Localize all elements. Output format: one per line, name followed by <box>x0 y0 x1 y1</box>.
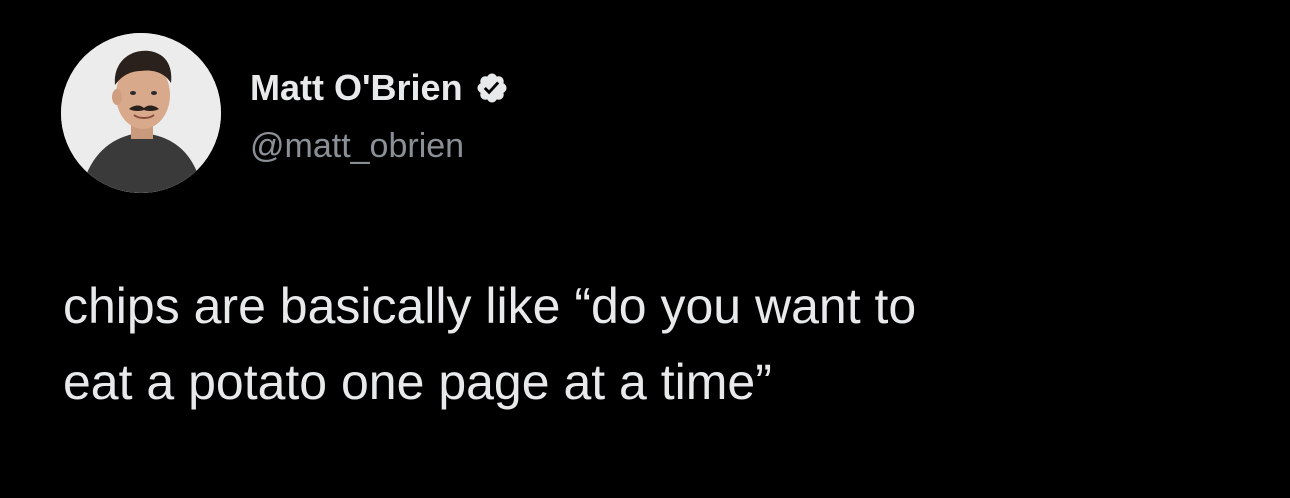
avatar[interactable] <box>61 33 221 193</box>
tweet-card: Matt O'Brien @matt_obrien chips are basi… <box>0 0 1290 498</box>
tweet-text-line: chips are basically like “do you want to <box>63 278 917 334</box>
avatar-photo <box>61 33 221 193</box>
author-handle[interactable]: @matt_obrien <box>250 122 464 170</box>
tweet-text-line: eat a potato one page at a time” <box>63 354 772 410</box>
verified-badge-icon <box>475 71 509 105</box>
author-name-row: Matt O'Brien <box>250 62 509 114</box>
tweet-text: chips are basically like “do you want to… <box>63 268 1263 420</box>
author-display-name[interactable]: Matt O'Brien <box>250 62 463 114</box>
